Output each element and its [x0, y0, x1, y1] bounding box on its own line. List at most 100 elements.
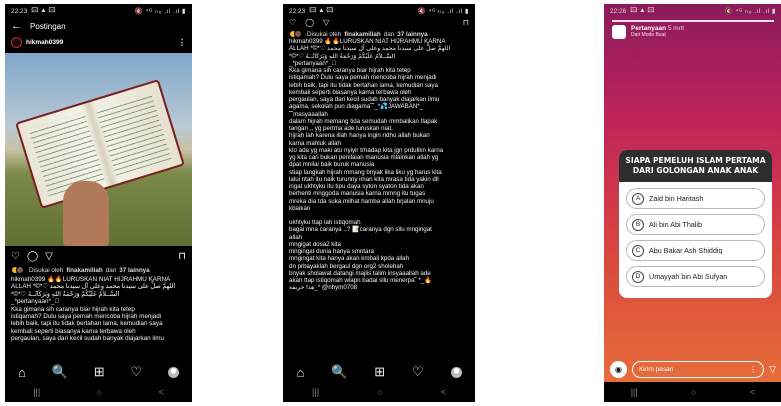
option-letter: D: [632, 270, 644, 283]
caption-line: Kka gimana sih caranya biar hijrah kita …: [11, 305, 135, 313]
caption-line: berhenti mnggoda manusia karna mmng itu …: [289, 190, 426, 198]
quiz-option-b[interactable]: B Ali bin Abi Thalib: [626, 214, 765, 235]
quiz-option-d[interactable]: D Umayyah bin Abi Sufyan: [626, 266, 765, 287]
caption-line: ˜˜masyaaallah: [289, 110, 328, 118]
likes-line[interactable]: Disukai oleh finakamiliah dan 37 lainnya: [11, 266, 186, 274]
home-button-icon[interactable]: ○: [377, 387, 382, 397]
caption-line: akan ttap istiqomah wlapn badai sllu men…: [289, 277, 432, 284]
back-arrow-icon[interactable]: ←: [11, 20, 22, 32]
quiz-sticker: SIAPA PEMELUH ISLAM PERTAMA DARI GOLONGA…: [619, 150, 772, 298]
phone-screen-story-quiz: 22:26 🖾 ▲ 🖾 🔇 ⁴ᴳ ₗₜₑ .ıl .ıl ▮ Pertanyaa…: [604, 4, 781, 402]
status-bar: 22:23 🖾 ▲ 🖾 🔇 ⁴ᴳ ₗₜₑ .ıl .ıl ▮: [5, 4, 192, 18]
caption-line: ALLAH *©*♡ اللهمَّ صلِّ على سيدنا محمد و…: [289, 45, 451, 53]
home-button-icon[interactable]: ○: [97, 387, 102, 397]
username[interactable]: hikmah0399: [26, 39, 63, 46]
back-icon[interactable]: <: [159, 387, 164, 397]
caption-line: dn prbayaklah bergaul dgn org2 sholehah: [289, 262, 404, 270]
caption-line: lalui ntah itu naik turunny iman kita mr…: [289, 175, 439, 183]
status-right-icons: 🔇 ⁴ᴳ ₗₜₑ .ıl .ıl ▮: [724, 8, 776, 15]
like-heart-icon[interactable]: ♡: [289, 18, 296, 28]
search-icon[interactable]: 🔍: [331, 364, 347, 380]
caption-line: mngingat dunia hanya smntara: [289, 248, 374, 255]
caption-line: ALLAH *©*♡ اللهمَّ صلِّ على سيدنا محمد و…: [11, 283, 176, 291]
caption-line: istiqamah? Dulu saya pernah mencoba hijr…: [289, 74, 437, 82]
option-text: Ali bin Abi Thalib: [649, 220, 703, 229]
instagram-bottom-nav: ⌂ 🔍 ⊞ ♡: [5, 362, 192, 382]
caption-line: هذا خريفة_* @nhym0708: [289, 284, 358, 292]
story-avatar[interactable]: [612, 25, 626, 39]
status-left-icons: 🖾 ▲ 🖾: [309, 6, 334, 14]
quiz-option-c[interactable]: C Abu Bakar Ash Shiddiq: [626, 240, 765, 261]
home-icon[interactable]: ⌂: [296, 365, 304, 380]
story-time: 5 mnt: [667, 25, 685, 32]
caption-line: _*pertanyaan*_🏼: [11, 298, 60, 306]
camera-icon[interactable]: ◉: [610, 360, 627, 378]
send-icon[interactable]: ▽: [769, 364, 776, 375]
post-header: hikmah0399 ⋮: [5, 34, 192, 50]
caption-line: tangan ,, yg pertma ade luruskan niat,: [289, 125, 393, 132]
caption-line: yg kita cari bukan penilaian manusia mla…: [289, 154, 439, 161]
like-heart-icon[interactable]: ♡: [11, 251, 20, 262]
recents-icon[interactable]: |||: [631, 387, 638, 397]
caption-line: _*pertanyaan*_🏼: [289, 59, 337, 67]
caption-line: kembali seperti biasanya karna terbawa o…: [11, 327, 136, 335]
bookmark-icon[interactable]: ⊓: [178, 251, 186, 262]
status-time: 22:26: [610, 7, 627, 15]
likes-line[interactable]: Disukai oleh finakamiliah dan 37 lainnya: [289, 30, 469, 38]
more-options-icon[interactable]: ⋮: [749, 365, 757, 374]
recents-icon[interactable]: |||: [312, 387, 319, 397]
liker-avatars: [11, 266, 26, 274]
post-photo[interactable]: [5, 53, 192, 246]
caption-line: ingat ukhtyku itu tipu daya syton syaton…: [289, 183, 424, 190]
status-time: 22:23: [289, 7, 306, 15]
back-icon[interactable]: <: [441, 387, 446, 397]
recents-icon[interactable]: |||: [33, 387, 40, 397]
caption-line: pergaulan, saya dari kecil sudah banyak …: [11, 335, 164, 343]
comment-icon[interactable]: ◯: [27, 251, 38, 262]
avatar[interactable]: [11, 36, 22, 48]
post-caption: hikmah0399 🔥🔥LURUSKAN NIAT HIJRAHMU KARN…: [289, 38, 469, 292]
comment-icon[interactable]: ◯: [305, 18, 314, 28]
caption-line: istiqamah? Dulu saya pernah mencoba hijr…: [11, 313, 162, 321]
page-title: Postingan: [30, 21, 66, 31]
message-input[interactable]: Kirim pesan ⋮: [632, 360, 765, 378]
back-icon[interactable]: <: [750, 387, 755, 397]
post-body: Disukai oleh finakamiliah dan 37 lainnya…: [11, 266, 186, 343]
status-right-icons: 🔇 ⁴ᴳ ₗₜₑ .ıl .ıl ▮: [134, 8, 186, 15]
post-caption: hikmah0399 🔥🔥LURUSKAN NIAT HIJRAHMU KARN…: [11, 276, 186, 343]
story-progress-bar: [612, 20, 774, 22]
status-time: 22:23: [11, 7, 28, 15]
instagram-bottom-nav: ⌂ 🔍 ⊞ ♡: [283, 362, 475, 382]
post-topbar: ← Postingan: [5, 18, 192, 34]
caption-line: *©*♡ السَّــلاَمُ عَلَيْكُمْ وَرَحْمَةُ …: [11, 290, 120, 298]
status-left-icons: 🖾 ▲ 🖾: [31, 6, 56, 14]
add-post-icon[interactable]: ⊞: [94, 364, 105, 380]
caption-line: kbaikan: [289, 204, 311, 212]
post-actions: ♡ ◯ ▽ ⊓: [11, 250, 186, 262]
caption-line: lebih baik, tapi itu tidak bertahan lama…: [289, 81, 438, 89]
home-button-icon[interactable]: ○: [691, 387, 696, 397]
bookmark-icon[interactable]: ⊓: [463, 18, 469, 28]
search-icon[interactable]: 🔍: [52, 364, 68, 380]
quiz-option-a[interactable]: A Zaid bin Haritash: [626, 188, 765, 209]
add-post-icon[interactable]: ⊞: [374, 364, 385, 380]
activity-heart-icon[interactable]: ♡: [412, 364, 424, 380]
caption-line: kembali seperti biasanya karna terbawa o…: [289, 88, 412, 96]
profile-icon[interactable]: [450, 366, 462, 378]
message-placeholder: Kirim pesan: [639, 365, 674, 373]
phone-screen-post: 22:23 🖾 ▲ 🖾 🔇 ⁴ᴳ ₗₜₑ .ıl .ıl ▮ ← Posting…: [5, 4, 192, 402]
system-nav-bar: ||| ○ <: [604, 382, 781, 402]
share-icon[interactable]: ▽: [45, 251, 53, 262]
activity-heart-icon[interactable]: ♡: [131, 364, 143, 380]
home-icon[interactable]: ⌂: [18, 365, 26, 380]
option-letter: A: [632, 192, 644, 205]
message-bar: ◉ Kirim pesan ⋮ ▽: [610, 360, 776, 378]
post-actions: ♡ ◯ ▽ ⊓: [283, 18, 475, 28]
caption-line: klo ada yg maki atu nyiyir trhadap kita …: [289, 146, 444, 154]
share-icon[interactable]: ▽: [323, 18, 329, 28]
more-options-icon[interactable]: ⋮: [178, 38, 186, 47]
caption-line: bnyak sholawat datangi majlis talim insy…: [289, 269, 431, 277]
caption-line: allah: [289, 233, 303, 241]
profile-icon[interactable]: [168, 366, 180, 378]
quiz-options: A Zaid bin Haritash B Ali bin Abi Thalib…: [619, 182, 772, 287]
